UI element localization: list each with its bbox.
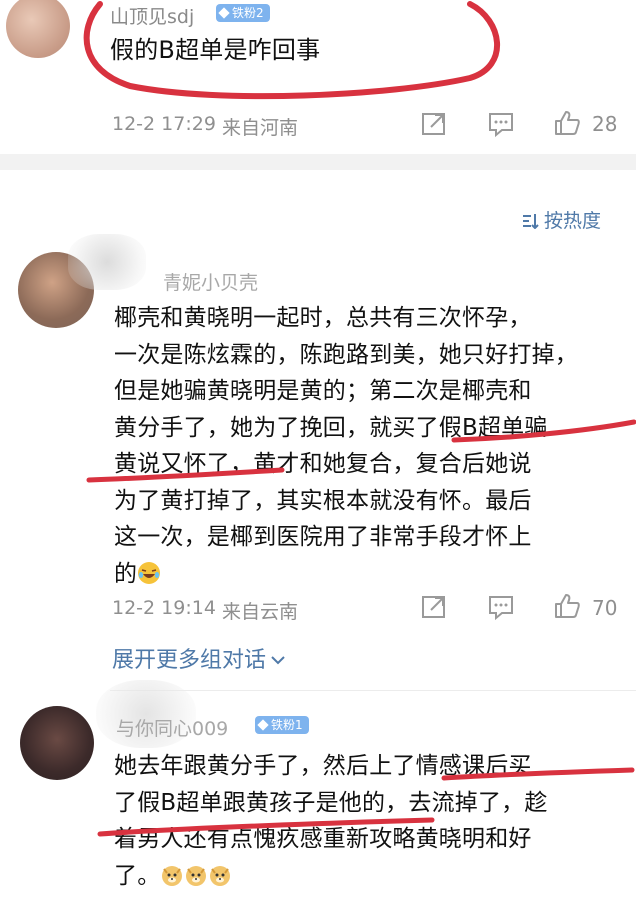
comment-date: 12-2 19:14 [112, 597, 216, 619]
comment-line: 为了黄打掉了，其实根本就没有怀。最后 [114, 487, 532, 514]
expand-more-link[interactable]: 展开更多组对话 [112, 642, 286, 674]
comment-text: 假的B超单是咋回事 [110, 36, 321, 64]
like-icon[interactable] [553, 592, 581, 620]
comment-text: 椰壳和黄晓明一起时，总共有三次怀孕， 一次是陈炫霖的，陈跑路到美，她只好打掉， … [114, 300, 578, 592]
doge-emoji-icon [210, 865, 231, 886]
fan-badge: 铁粉2 [216, 4, 270, 22]
comment-icon[interactable] [487, 110, 515, 138]
username[interactable]: 山顶见sdj [110, 2, 194, 29]
like-icon[interactable] [553, 109, 581, 137]
comment-date: 12-2 17:29 [112, 113, 216, 135]
laughing-crying-emoji-icon [138, 561, 161, 584]
comment-line: 着男人还有点愧疚感重新攻略黄晓明和好 [114, 826, 532, 852]
chevron-down-icon [271, 656, 285, 665]
diamond-icon [218, 6, 230, 19]
comment-line: 了。 [114, 858, 548, 895]
sort-icon [523, 214, 539, 230]
username[interactable]: 与你同心009 [116, 714, 228, 741]
expand-label: 展开更多组对话 [112, 648, 267, 673]
comment-line: 但是她骗黄晓明是黄的；第二次是椰壳和 [114, 378, 532, 404]
like-count: 28 [592, 112, 618, 136]
diamond-icon [257, 718, 269, 731]
comment-icon[interactable] [487, 593, 515, 621]
blurred-avatar-overlay [68, 234, 146, 290]
comment-line: 的 [114, 556, 578, 593]
username[interactable]: 青妮小贝壳 [163, 268, 258, 295]
comment-location: 来自河南 [222, 117, 299, 139]
comment-line: 了假B超单跟黄孩子是他的，去流掉了，趁 [114, 789, 548, 816]
sort-toggle[interactable]: 按热度 [522, 206, 601, 233]
comment-line: 黄分手了，她为了挽回，就买了假B超单骗 [114, 414, 548, 441]
comment-text: 她去年跟黄分手了，然后上了情感课后买 了假B超单跟黄孩子是他的，去流掉了，趁 着… [114, 748, 548, 894]
section-separator [0, 154, 636, 170]
doge-emoji-icon [162, 865, 183, 886]
comment-line: 一次是陈炫霖的，陈跑路到美，她只好打掉， [114, 341, 578, 368]
share-icon[interactable] [420, 593, 448, 621]
comment-location: 来自云南 [222, 601, 299, 623]
share-icon[interactable] [420, 110, 448, 138]
badge-label: 铁粉1 [271, 718, 303, 732]
comment-line: 她去年跟黄分手了，然后上了情感课后买 [114, 753, 532, 779]
doge-emoji-icon [186, 865, 207, 886]
avatar[interactable] [20, 706, 94, 780]
comment-line: 黄说又怀了，黄才和她复合，复合后她说 [114, 451, 532, 477]
divider [110, 690, 636, 691]
sort-label: 按热度 [544, 210, 602, 232]
comment-line: 这一次，是椰到医院用了非常手段才怀上 [114, 524, 532, 550]
comment-line: 椰壳和黄晓明一起时，总共有三次怀孕， [114, 305, 532, 331]
fan-badge: 铁粉1 [255, 716, 309, 734]
like-count: 70 [592, 596, 618, 620]
badge-label: 铁粉2 [232, 6, 264, 20]
avatar[interactable] [6, 0, 70, 58]
